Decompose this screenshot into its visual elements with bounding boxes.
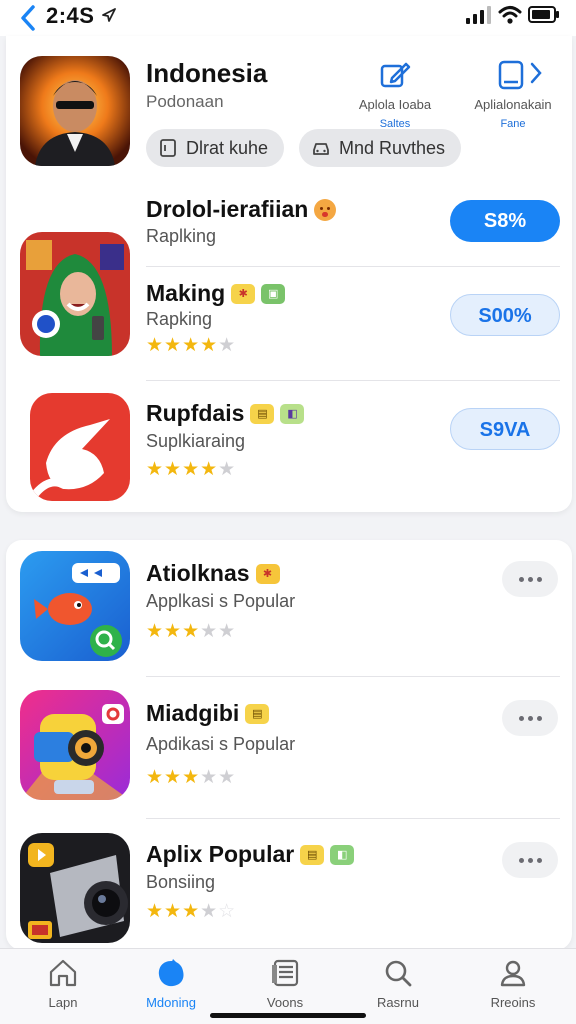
badge-text-icon: ▤ <box>300 844 325 865</box>
popular-subtitle-2: Apdikasi s Popular <box>146 734 296 754</box>
status-time: 2:4S <box>46 3 95 28</box>
popular-app-icon-1[interactable] <box>20 551 130 661</box>
tab-search[interactable]: Rasrnu <box>348 957 448 1010</box>
rating-stars-2: ★★★★★ <box>146 335 237 356</box>
popular-title-1: Atiolknas ✱ <box>146 560 280 587</box>
emoji-face-icon <box>314 198 337 221</box>
badge-grid-icon: ▣ <box>261 283 286 304</box>
row-divider <box>146 266 560 267</box>
badge-text-icon: ▤ <box>250 403 275 424</box>
tab-morning[interactable]: Mdoning <box>121 957 221 1010</box>
popular-title-1-text: Atiolknas <box>146 560 250 586</box>
rating-stars-p2: ★★★★★ <box>146 767 237 788</box>
badge-star-icon: ✱ <box>255 563 280 584</box>
popular-title-3: Aplix Popular ▤ ◧ <box>146 841 355 868</box>
more-dot <box>527 715 533 721</box>
more-dot <box>536 857 542 863</box>
row-divider <box>146 818 560 819</box>
top-list-title-1-text: Drolol-ierafiian <box>146 196 309 222</box>
header-action-2-sub: Fane <box>500 118 526 130</box>
header-action-2-label: Aplialonakain <box>474 97 552 112</box>
popular-title-3-text: Aplix Popular <box>146 841 295 867</box>
more-options-button-3[interactable] <box>502 842 558 878</box>
search-icon <box>385 960 412 987</box>
car-icon <box>313 143 329 155</box>
back-chevron-icon[interactable] <box>18 4 38 32</box>
more-dot <box>518 576 524 582</box>
more-dot <box>527 857 533 863</box>
header-action-2[interactable]: Aplialonakain Fane <box>466 58 560 132</box>
badge-sticker-icon: ◧ <box>330 844 355 865</box>
more-options-button-2[interactable] <box>502 700 558 736</box>
popular-title-2-text: Miadgibi <box>146 700 240 726</box>
top-list-app-icon-1[interactable] <box>20 232 130 356</box>
rating-stars-p1: ★★★★★ <box>146 621 237 642</box>
top-list-title-2: Making ✱ ▣ <box>146 280 286 307</box>
rating-stars-p3: ★★★★☆ <box>146 901 237 922</box>
tab-search-label: Rasrnu <box>377 995 419 1010</box>
tab-profile-label: Rreoins <box>490 995 536 1010</box>
header-action-1[interactable]: Aplola Ioaba Saltes <box>350 58 440 132</box>
more-dot <box>536 715 542 721</box>
filter-pill-2[interactable]: Mnd Ruvthes <box>299 129 462 167</box>
tab-voons-label: Voons <box>266 995 304 1010</box>
status-bar: 2:4S <box>0 0 576 36</box>
header-app-icon[interactable] <box>20 56 130 166</box>
top-list-app-icon-3[interactable] <box>30 393 130 501</box>
popular-app-icon-2[interactable] <box>20 690 130 800</box>
badge-text-icon: ▤ <box>245 703 270 724</box>
home-indicator[interactable] <box>210 1013 366 1018</box>
popular-app-icon-3[interactable] <box>20 833 130 943</box>
price-button-3[interactable]: S9VA <box>450 408 560 450</box>
filter-pill-2-label: Mnd Ruvthes <box>339 137 446 158</box>
page-subtitle: Podonaan <box>146 92 224 111</box>
badge-sticker-icon: ◧ <box>280 403 305 424</box>
top-list-subtitle-1: Raplking <box>146 226 217 246</box>
more-dot <box>536 576 542 582</box>
row-divider <box>146 380 560 381</box>
location-arrow-icon <box>102 8 116 22</box>
filter-pill-1[interactable]: Dlrat kuhe <box>146 129 285 167</box>
home-icon <box>49 959 77 987</box>
tab-profile[interactable]: Rreoins <box>463 957 563 1010</box>
popular-subtitle-3: Bonsiing <box>146 872 216 892</box>
document-icon <box>160 139 176 157</box>
signal-icon <box>466 6 491 24</box>
top-list-subtitle-3: Suplkiaraing <box>146 431 246 451</box>
edit-square-icon <box>380 62 411 88</box>
top-list-title-2-text: Making <box>146 280 226 306</box>
badge-star-icon: ✱ <box>231 283 256 304</box>
filter-pill-1-label: Dlrat kuhe <box>186 137 269 158</box>
header-action-1-label: Aplola Ioaba <box>358 97 432 112</box>
more-dot <box>527 576 533 582</box>
stack-icon <box>272 959 299 987</box>
row-divider <box>146 676 560 677</box>
top-list-title-3-text: Rupfdais <box>146 400 245 426</box>
price-button-2[interactable]: S00% <box>450 294 560 336</box>
rating-stars-3: ★★★★★ <box>146 459 237 480</box>
top-list-subtitle-2: Rapking <box>146 309 213 329</box>
more-dot <box>518 857 524 863</box>
tab-voons[interactable]: Voons <box>235 957 335 1010</box>
person-icon <box>500 960 526 987</box>
wifi-icon <box>498 6 522 24</box>
top-list-title-1: Drolol-ierafiian <box>146 196 337 223</box>
price-button-1[interactable]: S8% <box>450 200 560 242</box>
more-options-button-1[interactable] <box>502 561 558 597</box>
tab-home[interactable]: Lapn <box>13 957 113 1010</box>
apps-blob-icon <box>158 959 184 987</box>
battery-icon <box>528 6 559 23</box>
more-dot <box>518 715 524 721</box>
tablet-forward-icon <box>498 60 542 90</box>
top-list-title-3: Rupfdais ▤ ◧ <box>146 400 305 427</box>
tab-morning-label: Mdoning <box>146 995 196 1010</box>
popular-subtitle-1: Applkasi s Popular <box>146 591 296 611</box>
popular-title-2: Miadgibi ▤ <box>146 700 270 727</box>
tab-home-label: Lapn <box>48 995 78 1010</box>
page-title: Indonesia <box>146 58 268 88</box>
